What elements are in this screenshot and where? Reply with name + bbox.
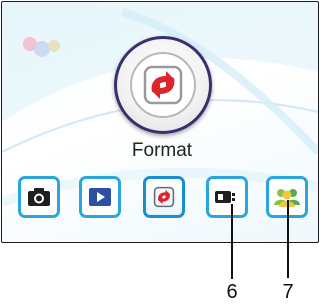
decorative-dots [23, 37, 60, 57]
playback-mode-button[interactable] [79, 176, 121, 218]
callout-label-7: 7 [282, 281, 294, 303]
usb-mode-button[interactable] [206, 176, 248, 218]
format-icon [153, 186, 175, 208]
camera-icon [28, 188, 50, 206]
camera-mode-button[interactable] [18, 176, 60, 218]
format-mode-button[interactable] [143, 176, 185, 218]
camera-screen: Format [1, 1, 319, 243]
mode-label: Format [131, 140, 193, 161]
format-icon [143, 65, 183, 105]
usb-icon [215, 191, 235, 203]
mode-toolbar [12, 170, 308, 226]
current-mode-icon [114, 36, 212, 134]
callout-line-6 [231, 204, 233, 279]
callout-line-7 [287, 200, 289, 278]
playback-icon [89, 188, 111, 206]
callout-label-6: 6 [226, 281, 238, 303]
